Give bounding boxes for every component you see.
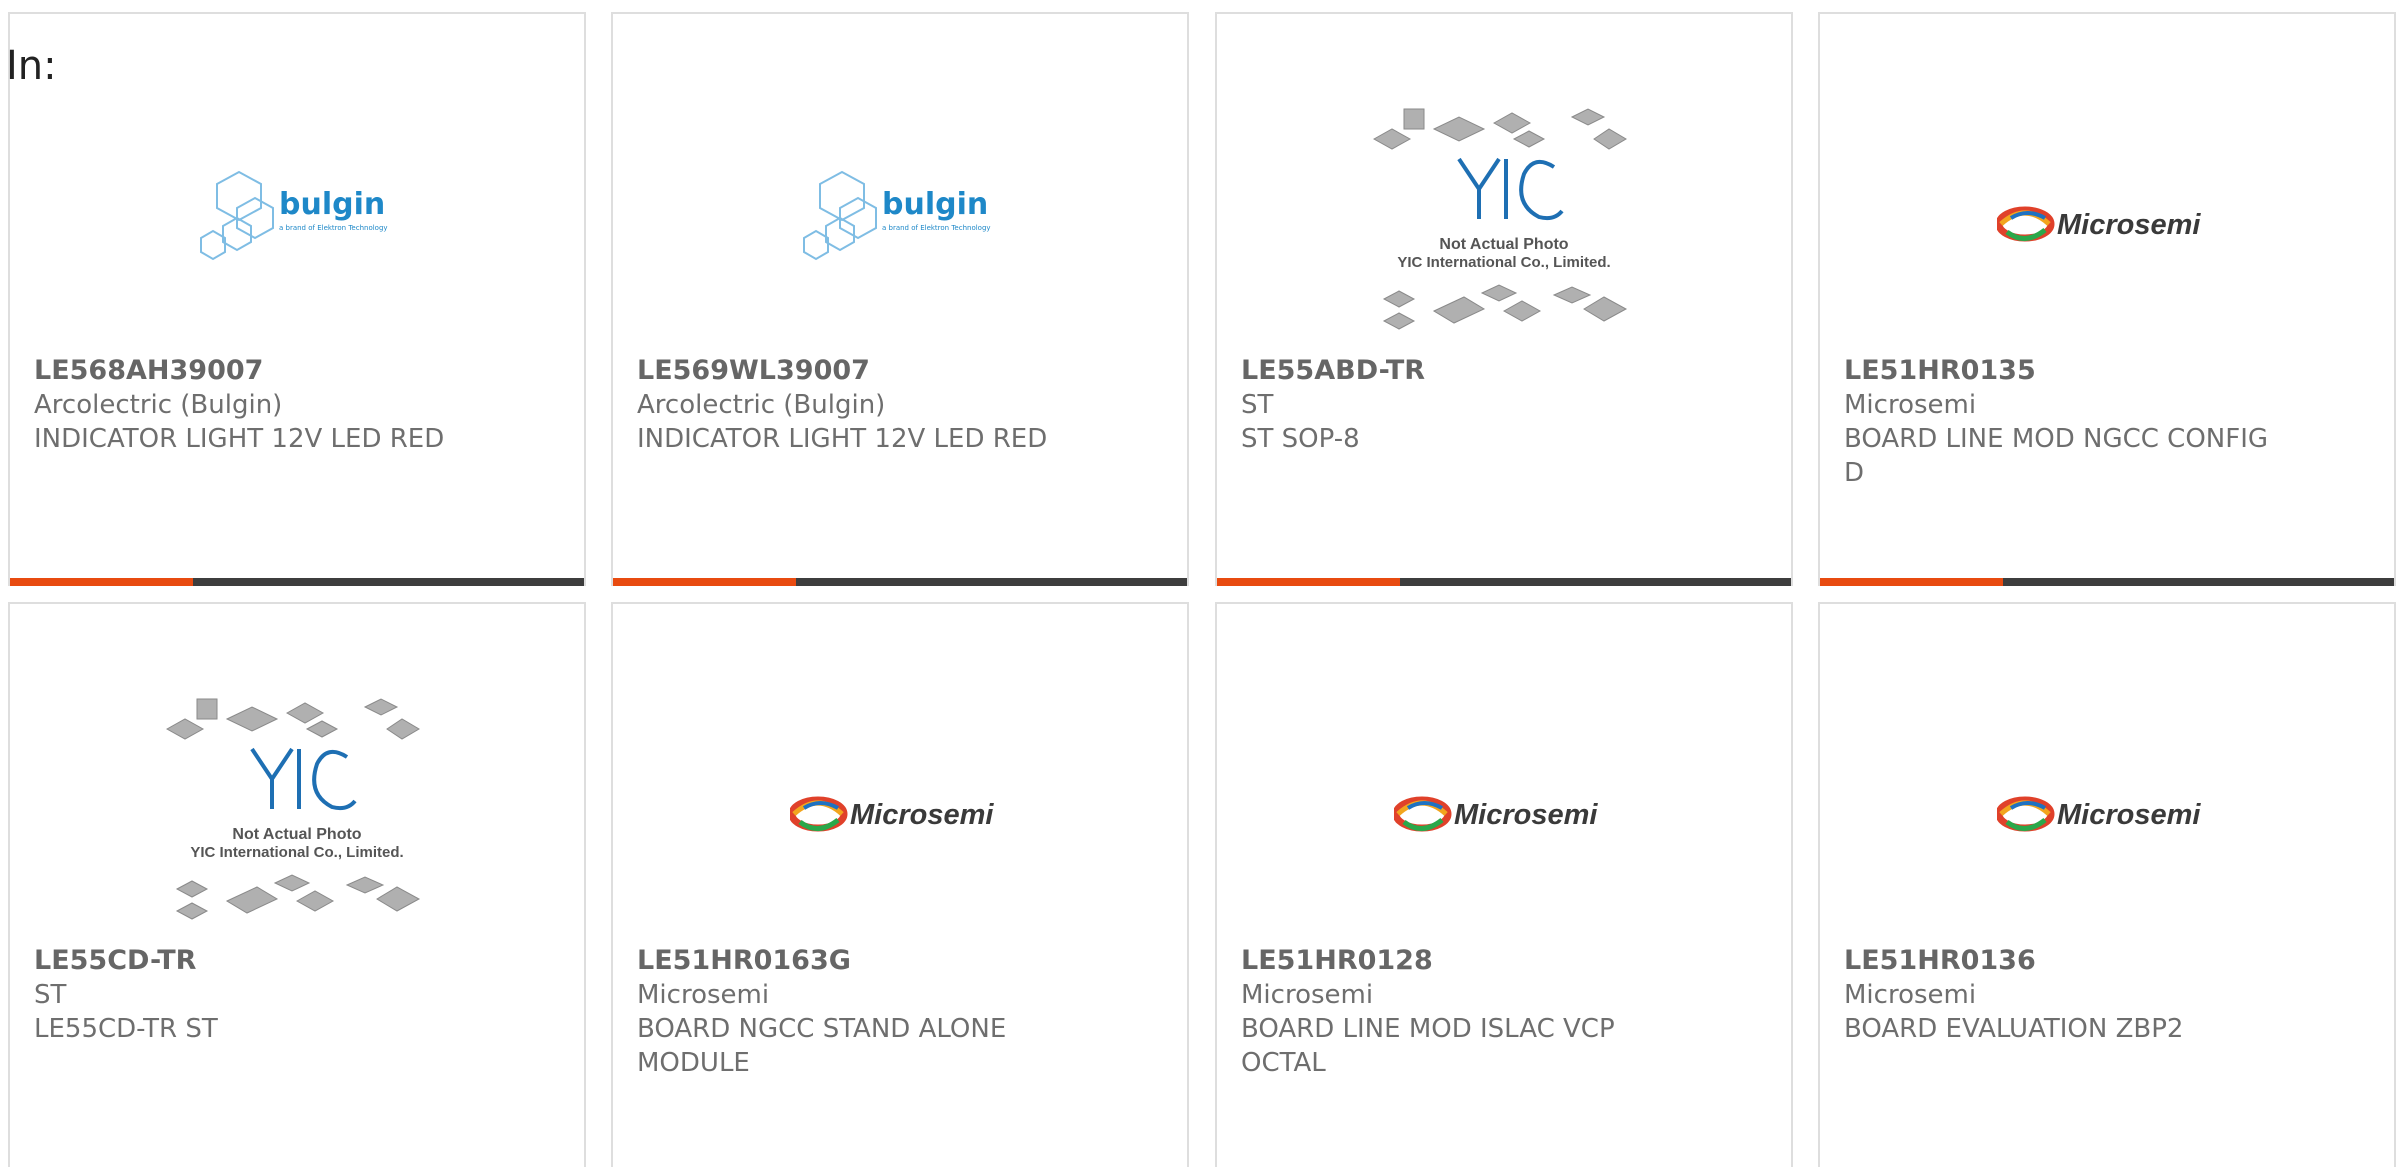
product-card[interactable]: Microsemi LE51HR0128 Microsemi BOARD LIN… — [1215, 602, 1793, 1167]
product-info: LE51HR0135 Microsemi BOARD LINE MOD NGCC… — [1844, 354, 2394, 490]
microsemi-logo-icon: Microsemi — [1997, 206, 2201, 242]
card-accent-bar — [1217, 578, 1791, 586]
product-description: BOARD LINE MOD NGCC CONFIG D — [1844, 424, 2269, 488]
product-description: BOARD EVALUATION ZBP2 — [1844, 1014, 2184, 1044]
svg-text:Not Actual Photo: Not Actual Photo — [1439, 236, 1568, 253]
microsemi-logo-icon: Microsemi — [790, 796, 994, 832]
card-accent-bar — [1820, 578, 2394, 586]
product-description: INDICATOR LIGHT 12V LED RED — [34, 424, 445, 454]
yic-placeholder-icon: Not Actual Photo YIC International Co., … — [1372, 108, 1628, 330]
product-info: LE51HR0128 Microsemi BOARD LINE MOD ISLA… — [1241, 944, 1791, 1080]
svg-text:bulgin: bulgin — [882, 187, 988, 222]
part-number-link[interactable]: LE51HR0136 — [1844, 944, 2394, 978]
svg-text:YIC International Co., Limited: YIC International Co., Limited. — [190, 844, 403, 861]
svg-text:Microsemi: Microsemi — [1454, 799, 1598, 831]
product-info: LE51HR0136 Microsemi BOARD EVALUATION ZB… — [1844, 944, 2394, 1046]
product-image[interactable]: Microsemi — [1820, 94, 2394, 354]
manufacturer-name: Arcolectric (Bulgin) — [637, 390, 886, 420]
manufacturer-name: Arcolectric (Bulgin) — [34, 390, 283, 420]
manufacturer-name: Microsemi — [1844, 390, 1977, 420]
yic-placeholder-icon: Not Actual Photo YIC International Co., … — [165, 698, 421, 920]
svg-text:a brand of Elektron Technology: a brand of Elektron Technology — [279, 224, 388, 232]
bulgin-logo-icon: bulgin a brand of Elektron Technology — [200, 170, 388, 261]
product-description: ST SOP-8 — [1241, 424, 1360, 454]
product-description: BOARD NGCC STAND ALONE MODULE — [637, 1014, 1007, 1078]
svg-text:a brand of Elektron Technology: a brand of Elektron Technology — [882, 224, 991, 232]
svg-text:YIC International Co., Limited: YIC International Co., Limited. — [1397, 254, 1610, 271]
product-info: LE55ABD-TR ST ST SOP-8 — [1241, 354, 1791, 456]
product-info: LE569WL39007 Arcolectric (Bulgin) INDICA… — [637, 354, 1187, 456]
product-card[interactable]: bulgin a brand of Elektron Technology LE… — [8, 12, 586, 586]
product-image[interactable]: Not Actual Photo YIC International Co., … — [1217, 94, 1791, 354]
part-number-link[interactable]: LE55ABD-TR — [1241, 354, 1791, 388]
product-card[interactable]: Microsemi LE51HR0163G Microsemi BOARD NG… — [611, 602, 1189, 1167]
bulgin-logo-icon: bulgin a brand of Elektron Technology — [803, 170, 991, 261]
card-accent-bar — [613, 578, 1187, 586]
product-grid-page: In: bulgin a brand of Elektron Technolog… — [0, 0, 2400, 1167]
manufacturer-name: ST — [34, 980, 67, 1010]
part-number-link[interactable]: LE569WL39007 — [637, 354, 1187, 388]
card-accent-bar — [10, 578, 584, 586]
product-image[interactable]: Microsemi — [1217, 684, 1791, 944]
product-card[interactable]: Microsemi LE51HR0135 Microsemi BOARD LIN… — [1818, 12, 2396, 586]
svg-text:Microsemi: Microsemi — [850, 799, 994, 831]
product-card[interactable]: Microsemi LE51HR0136 Microsemi BOARD EVA… — [1818, 602, 2396, 1167]
part-number-link[interactable]: LE51HR0128 — [1241, 944, 1791, 978]
product-card[interactable]: Not Actual Photo YIC International Co., … — [8, 602, 586, 1167]
product-image[interactable]: Not Actual Photo YIC International Co., … — [10, 684, 584, 944]
product-info: LE568AH39007 Arcolectric (Bulgin) INDICA… — [34, 354, 584, 456]
product-description: LE55CD-TR ST — [34, 1014, 218, 1044]
svg-text:Not Actual Photo: Not Actual Photo — [232, 826, 361, 843]
part-number-link[interactable]: LE568AH39007 — [34, 354, 584, 388]
manufacturer-name: Microsemi — [1241, 980, 1374, 1010]
product-info: LE51HR0163G Microsemi BOARD NGCC STAND A… — [637, 944, 1187, 1080]
product-image[interactable]: bulgin a brand of Elektron Technology — [613, 94, 1187, 354]
page-heading: In: — [6, 43, 57, 89]
microsemi-logo-icon: Microsemi — [1394, 796, 1598, 832]
manufacturer-name: Microsemi — [637, 980, 770, 1010]
svg-text:Microsemi: Microsemi — [2057, 799, 2201, 831]
product-card[interactable]: bulgin a brand of Elektron Technology LE… — [611, 12, 1189, 586]
part-number-link[interactable]: LE51HR0163G — [637, 944, 1187, 978]
product-image[interactable]: Microsemi — [613, 684, 1187, 944]
manufacturer-name: Microsemi — [1844, 980, 1977, 1010]
svg-text:bulgin: bulgin — [279, 187, 385, 222]
product-image[interactable]: Microsemi — [1820, 684, 2394, 944]
product-image[interactable]: bulgin a brand of Elektron Technology — [10, 94, 584, 354]
microsemi-logo-icon: Microsemi — [1997, 796, 2201, 832]
product-description: INDICATOR LIGHT 12V LED RED — [637, 424, 1048, 454]
part-number-link[interactable]: LE51HR0135 — [1844, 354, 2394, 388]
svg-text:Microsemi: Microsemi — [2057, 209, 2201, 241]
product-description: BOARD LINE MOD ISLAC VCP OCTAL — [1241, 1014, 1615, 1078]
product-card[interactable]: Not Actual Photo YIC International Co., … — [1215, 12, 1793, 586]
part-number-link[interactable]: LE55CD-TR — [34, 944, 584, 978]
product-info: LE55CD-TR ST LE55CD-TR ST — [34, 944, 584, 1046]
manufacturer-name: ST — [1241, 390, 1274, 420]
